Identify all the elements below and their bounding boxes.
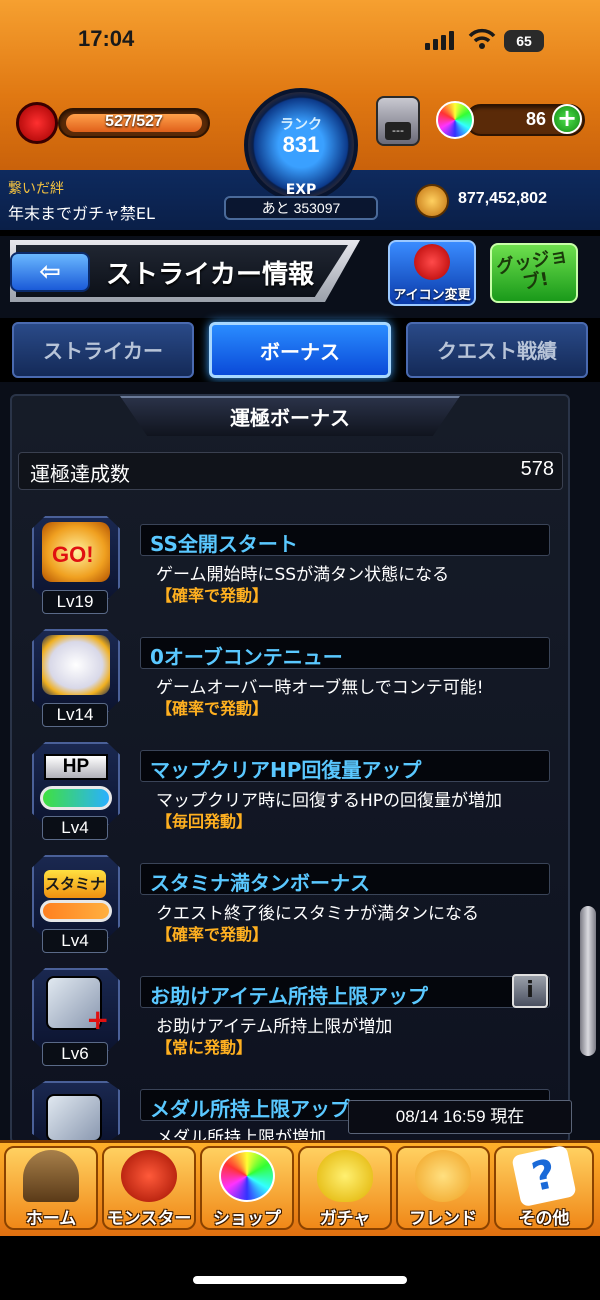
- bonus-name: スタミナ満タンボーナス: [150, 871, 370, 895]
- home-gate-icon: [23, 1150, 79, 1202]
- orb-count: 86: [525, 109, 546, 129]
- stamina-value: 527/527: [105, 113, 163, 130]
- bonus-level: Lv6: [42, 1042, 108, 1066]
- bonus-name: お助けアイテム所持上限アップ: [150, 984, 428, 1008]
- dragon-icon: [121, 1150, 177, 1202]
- tab-quest-record[interactable]: クエスト戦績: [406, 322, 588, 378]
- bonus-level: Lv4: [42, 816, 108, 840]
- info-button[interactable]: i: [512, 974, 548, 1008]
- rank-label: ランク: [280, 117, 322, 133]
- monster-face-icon: [414, 244, 450, 280]
- egg-icon: [317, 1150, 373, 1202]
- scrollbar[interactable]: [580, 906, 596, 1056]
- orb-icon: [219, 1150, 275, 1202]
- bonus-name: 0オーブコンテニュー: [150, 645, 343, 669]
- bonus-name: メダル所持上限アップ: [150, 1097, 350, 1121]
- battery-indicator: 65: [504, 30, 544, 52]
- home-indicator-area: [0, 1236, 600, 1300]
- bonus-note: 【常に発動】: [156, 1038, 253, 1057]
- medal-plus-icon: [46, 1094, 102, 1142]
- nav-gacha-label: ガチャ: [319, 1209, 371, 1229]
- gold-value: 877,452,802: [458, 190, 547, 207]
- home-indicator[interactable]: [193, 1276, 407, 1284]
- stamina-icon: [16, 102, 58, 144]
- hp-gauge-icon: HP: [44, 754, 108, 780]
- icon-change-label: アイコン変更: [393, 288, 471, 303]
- nav-monster-label: モンスター: [106, 1209, 192, 1229]
- bonus-level: Lv19: [42, 590, 108, 614]
- bonus-note: 【確率で発動】: [156, 925, 269, 944]
- stamina-gauge-bar: [40, 900, 112, 922]
- stamina-gauge-icon: スタミナ: [44, 870, 106, 898]
- count-label: 運極達成数: [30, 462, 130, 486]
- tab-bonus[interactable]: ボーナス: [209, 322, 391, 378]
- section-title: 運極ボーナス: [230, 406, 350, 430]
- orb-icon: [436, 101, 474, 139]
- cellular-signal-icon: [425, 31, 454, 50]
- friends-icon: [415, 1150, 471, 1202]
- nav-home-label: ホーム: [25, 1209, 77, 1229]
- bonus-note: 【毎回発動】: [156, 812, 253, 831]
- timestamp: 08/14 16:59 現在: [348, 1100, 572, 1134]
- plus-icon: +: [86, 1003, 110, 1036]
- bonus-level: Lv4: [42, 929, 108, 953]
- count-value: 578: [520, 458, 554, 480]
- add-orbs-button[interactable]: +: [552, 104, 582, 134]
- back-button[interactable]: ⇦: [10, 252, 90, 292]
- exp-remaining: あと 353097: [261, 200, 341, 216]
- bond-text: 年末までガチャ禁EL: [8, 204, 155, 223]
- item-box-label: ---: [385, 122, 411, 140]
- bonus-note: 【確率で発動】: [156, 586, 269, 605]
- bond-title: 繋いだ絆: [8, 181, 64, 197]
- gold-coin-icon: [415, 184, 449, 218]
- rank-value: 831: [282, 132, 320, 157]
- winged-arrow-icon: [42, 635, 110, 695]
- status-time: 17:04: [78, 26, 135, 51]
- bonus-name: SS全開スタート: [150, 532, 298, 556]
- nav-shop-label: ショップ: [213, 1209, 281, 1229]
- bonus-note: 【確率で発動】: [156, 699, 269, 718]
- bonus-level: Lv14: [42, 703, 108, 727]
- hp-gauge-bar: [40, 786, 112, 810]
- bonus-name: マップクリアHP回復量アップ: [150, 758, 422, 782]
- tab-striker[interactable]: ストライカー: [12, 322, 194, 378]
- wifi-icon: [468, 28, 496, 49]
- page-title: ストライカー情報: [106, 260, 315, 290]
- go-badge-text: GO!: [52, 542, 94, 567]
- nav-other-label: その他: [518, 1209, 570, 1229]
- nav-friend-label: フレンド: [409, 1209, 477, 1229]
